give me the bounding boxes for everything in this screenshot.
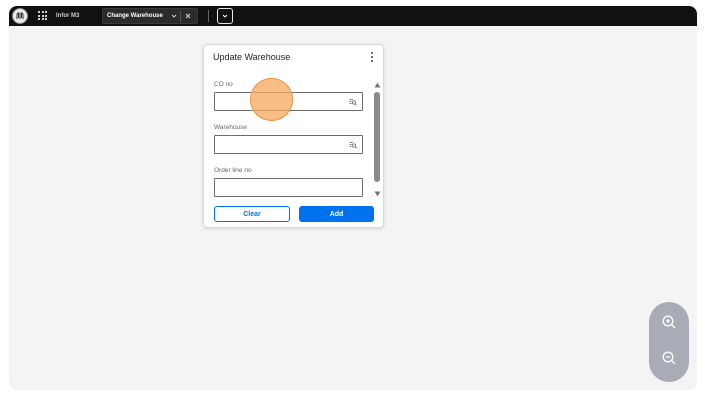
click-highlight xyxy=(250,78,293,121)
scroll-down-icon[interactable] xyxy=(374,191,381,197)
top-bar: Infor M3 Change Warehouse xyxy=(9,6,697,26)
lookup-icon[interactable] xyxy=(349,141,357,149)
warehouse-label: Warehouse xyxy=(214,124,247,131)
infor-logo-icon[interactable] xyxy=(12,8,28,24)
more-tabs-button[interactable] xyxy=(217,8,233,24)
warehouse-input[interactable] xyxy=(215,139,362,156)
waffle-grid-icon[interactable] xyxy=(38,11,47,20)
zoom-in-button[interactable] xyxy=(659,312,679,332)
add-button[interactable]: Add xyxy=(299,206,374,222)
zoom-out-icon xyxy=(662,351,676,365)
app-title: Infor M3 xyxy=(56,13,80,19)
clear-button[interactable]: Clear xyxy=(214,206,290,222)
scrollbar-thumb[interactable] xyxy=(374,92,380,182)
dialog-title: Update Warehouse xyxy=(213,52,291,62)
app-window: Infor M3 Change Warehouse Update Warehou… xyxy=(9,6,697,390)
scroll-up-icon[interactable] xyxy=(374,82,381,88)
zoom-out-button[interactable] xyxy=(659,348,679,368)
order-line-no-label: Order line no xyxy=(214,167,252,174)
order-line-no-input[interactable] xyxy=(215,182,362,199)
more-options-icon[interactable] xyxy=(370,52,374,62)
chevron-down-icon xyxy=(222,14,228,18)
zoom-in-icon xyxy=(662,315,676,329)
zoom-controls xyxy=(649,302,689,382)
tab-label: Change Warehouse xyxy=(107,13,163,19)
tab-change-warehouse[interactable]: Change Warehouse xyxy=(102,8,198,24)
update-warehouse-dialog: Update Warehouse CO no Warehouse Order l… xyxy=(203,44,384,228)
toolbar-divider xyxy=(208,10,209,22)
lookup-icon[interactable] xyxy=(349,98,357,106)
co-no-label: CO no xyxy=(214,81,233,88)
close-icon[interactable] xyxy=(184,12,192,20)
warehouse-field[interactable] xyxy=(214,135,363,156)
order-line-no-field[interactable] xyxy=(214,178,363,199)
tab-divider xyxy=(180,11,181,22)
chevron-down-icon[interactable] xyxy=(170,12,178,20)
